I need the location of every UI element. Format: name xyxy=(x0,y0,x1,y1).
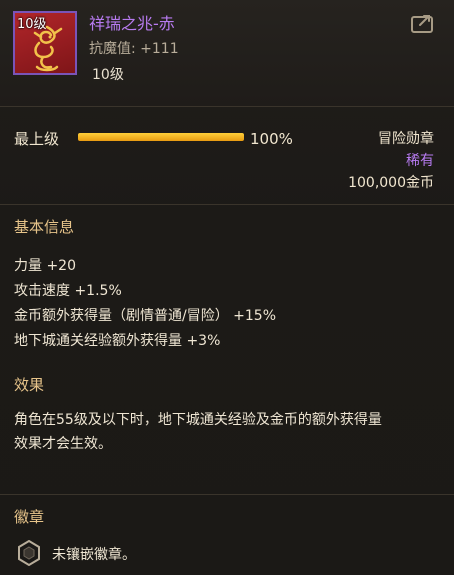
emblem-status: 未镶嵌徽章。 xyxy=(52,547,136,563)
tier-label: 最上级 xyxy=(14,130,60,148)
item-price: 100,000金币 xyxy=(348,175,434,191)
resist-separator: : xyxy=(131,41,141,57)
item-tooltip-panel: 10级 祥瑞之兆-赤 抗魔值: +111 10级 最上级 100% 冒险勋章 稀… xyxy=(0,0,454,575)
divider xyxy=(0,494,454,495)
basic-info-title: 基本信息 xyxy=(14,218,75,236)
resist-value: +111 xyxy=(140,41,179,57)
stat-line: 力量 +20 xyxy=(14,258,76,274)
item-name: 祥瑞之兆-赤 xyxy=(89,14,175,33)
emblem-title: 徽章 xyxy=(14,508,45,526)
stat-line: 攻击速度 +1.5% xyxy=(14,283,122,299)
effect-line: 角色在55级及以下时，地下城通关经验及金币的额外获得量 xyxy=(14,412,382,428)
divider xyxy=(0,106,454,107)
effect-title: 效果 xyxy=(14,376,45,394)
effect-line: 效果才会生效。 xyxy=(14,436,112,452)
item-level-text: 10级 xyxy=(92,67,124,83)
item-header: 10级 祥瑞之兆-赤 抗魔值: +111 10级 xyxy=(0,0,454,106)
resist-stat: 抗魔值: +111 xyxy=(89,38,179,58)
share-icon[interactable] xyxy=(411,12,437,34)
stat-line: 金币额外获得量（剧情普通/冒险） +15% xyxy=(14,308,277,324)
dragon-icon xyxy=(33,25,63,72)
tier-percent: 100% xyxy=(250,130,293,148)
item-rarity: 稀有 xyxy=(406,153,434,169)
divider xyxy=(0,204,454,205)
effect-description: 角色在55级及以下时，地下城通关经验及金币的额外获得量 效果才会生效。 xyxy=(14,408,434,456)
empty-socket-icon xyxy=(18,540,40,566)
tier-progress-bar xyxy=(78,133,244,141)
tier-progress-fill xyxy=(78,133,244,141)
resist-label: 抗魔值 xyxy=(89,41,131,57)
stat-line: 地下城通关经验额外获得量 +3% xyxy=(14,333,221,349)
item-icon: 10级 xyxy=(13,11,77,75)
item-type: 冒险勋章 xyxy=(378,131,434,147)
